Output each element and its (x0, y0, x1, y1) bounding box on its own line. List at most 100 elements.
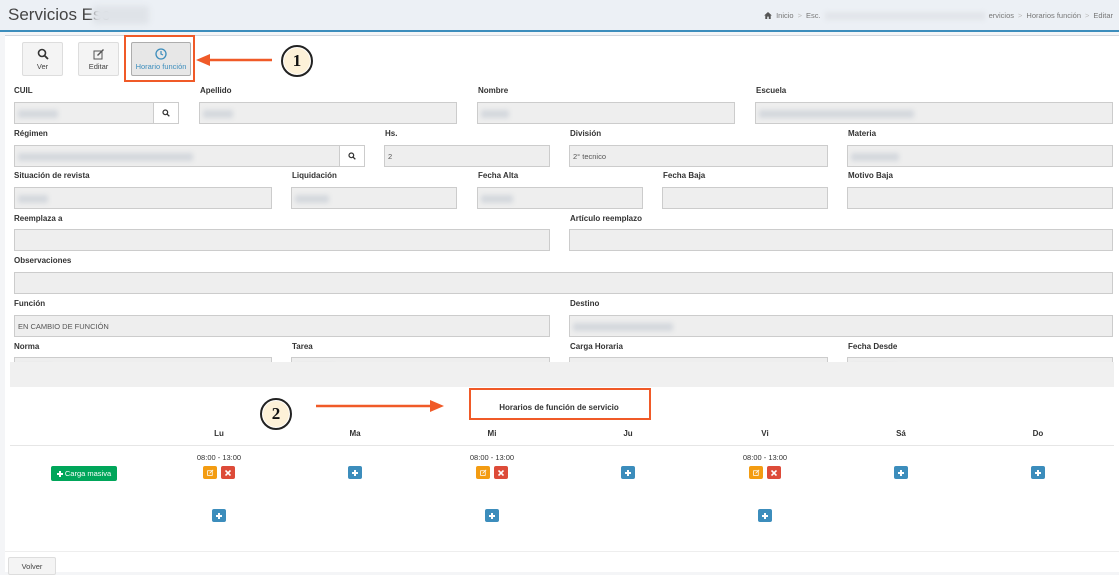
materia-label: Materia (848, 129, 877, 138)
breadcrumb-escuela[interactable]: Esc. (806, 11, 821, 20)
main-box: Ver Editar Horario función CUIL Apellido… (5, 35, 1119, 572)
fecha-desde-label: Fecha Desde (848, 342, 898, 351)
apellido-label: Apellido (200, 86, 232, 95)
carga-masiva-button[interactable]: Carga masiva (51, 466, 117, 481)
delete-slot-lu-button[interactable] (221, 466, 235, 479)
add-slot-sa-button[interactable] (894, 466, 908, 479)
breadcrumb: Inicio > Esc. ervicios > Horarios funció… (764, 11, 1113, 20)
breadcrumb-horarios[interactable]: Horarios función (1026, 11, 1081, 20)
edit-slot-lu-button[interactable] (203, 466, 217, 479)
annotation-badge-1: 1 (281, 45, 313, 77)
page-title-redacted (93, 6, 149, 24)
home-icon (764, 12, 772, 19)
day-header-ma: Ma (349, 429, 361, 438)
articulo-reemplazo-field[interactable] (569, 229, 1113, 251)
edit-icon (479, 469, 486, 476)
edit-slot-mi-button[interactable] (476, 466, 490, 479)
time-slot-mi: 08:00 - 13:00 (469, 453, 515, 462)
breadcrumb-redacted (824, 11, 985, 20)
escuela-field[interactable] (755, 102, 1113, 124)
schedule-header-bar (10, 362, 1114, 387)
search-icon (348, 152, 356, 160)
annotation-badge-2: 2 (260, 398, 292, 430)
nombre-field[interactable] (477, 102, 735, 124)
editar-button[interactable]: Editar (78, 42, 119, 76)
apellido-field[interactable] (199, 102, 457, 124)
annotation-arrow-1 (196, 54, 272, 66)
day-header-sa: Sá (896, 429, 906, 438)
add-slot-mi-button[interactable] (485, 509, 499, 522)
annotation-highlight-1 (124, 35, 195, 82)
cuil-label: CUIL (14, 86, 33, 95)
close-icon (771, 469, 777, 476)
time-slot-vi: 08:00 - 13:00 (742, 453, 788, 462)
destino-field[interactable] (569, 315, 1113, 337)
nombre-label: Nombre (478, 86, 509, 95)
situacion-revista-field[interactable] (14, 187, 272, 209)
breadcrumb-editar: Editar (1093, 11, 1113, 20)
funcion-label: Función (14, 299, 46, 308)
fecha-alta-label: Fecha Alta (478, 171, 519, 180)
cuil-search-button[interactable] (153, 102, 179, 124)
add-slot-lu-button[interactable] (212, 509, 226, 522)
delete-slot-vi-button[interactable] (767, 466, 781, 479)
volver-button[interactable]: Volver (8, 557, 56, 575)
add-slot-vi-button[interactable] (758, 509, 772, 522)
hs-label: Hs. (385, 129, 398, 138)
fecha-baja-label: Fecha Baja (663, 171, 706, 180)
escuela-label: Escuela (756, 86, 787, 95)
add-slot-do-button[interactable] (1031, 466, 1045, 479)
add-slot-ju-button[interactable] (621, 466, 635, 479)
division-field[interactable]: 2° tecnico (569, 145, 828, 167)
plus-icon (762, 512, 768, 519)
reemplaza-field[interactable] (14, 229, 550, 251)
motivo-baja-field[interactable] (847, 187, 1113, 209)
reemplaza-label: Reemplaza a (14, 214, 63, 223)
schedule-divider (10, 445, 1114, 446)
observaciones-field[interactable] (14, 272, 1113, 294)
motivo-baja-label: Motivo Baja (848, 171, 893, 180)
division-label: División (570, 129, 602, 138)
plus-icon (352, 469, 358, 476)
destino-label: Destino (570, 299, 600, 308)
annotation-arrow-2 (316, 400, 444, 412)
edit-slot-vi-button[interactable] (749, 466, 763, 479)
ver-button[interactable]: Ver (22, 42, 63, 76)
tarea-label: Tarea (292, 342, 313, 351)
hs-field[interactable]: 2 (384, 145, 550, 167)
annotation-highlight-2 (469, 388, 651, 420)
regimen-search-button[interactable] (339, 145, 365, 167)
close-icon (498, 469, 504, 476)
plus-icon (489, 512, 495, 519)
edit-icon (93, 49, 104, 60)
day-header-lu: Lu (214, 429, 224, 438)
materia-field[interactable] (847, 145, 1113, 167)
day-header-vi: Vi (761, 429, 769, 438)
editar-label: Editar (88, 62, 109, 71)
plus-icon (1035, 469, 1041, 476)
fecha-baja-field[interactable] (662, 187, 828, 209)
ver-label: Ver (36, 62, 49, 71)
breadcrumb-home[interactable]: Inicio (776, 11, 794, 20)
delete-slot-mi-button[interactable] (494, 466, 508, 479)
norma-label: Norma (14, 342, 40, 351)
search-icon (162, 109, 170, 117)
funcion-field[interactable]: EN CAMBIO DE FUNCIÓN (14, 315, 550, 337)
plus-icon (898, 469, 904, 476)
edit-icon (752, 469, 759, 476)
breadcrumb-servicios[interactable]: ervicios (989, 11, 1014, 20)
plus-icon (56, 470, 63, 477)
cuil-field[interactable] (14, 102, 154, 124)
liquidacion-field[interactable] (291, 187, 457, 209)
day-header-ju: Ju (623, 429, 633, 438)
fecha-alta-field[interactable] (477, 187, 643, 209)
add-slot-ma-button[interactable] (348, 466, 362, 479)
regimen-field[interactable] (14, 145, 340, 167)
content-header: Servicios Esc Inicio > Esc. ervicios > H… (0, 0, 1119, 32)
observaciones-label: Observaciones (14, 256, 72, 265)
liquidacion-label: Liquidación (292, 171, 337, 180)
plus-icon (625, 469, 631, 476)
search-icon (37, 48, 49, 60)
footer-divider (5, 551, 1119, 552)
time-slot-lu: 08:00 - 13:00 (196, 453, 242, 462)
